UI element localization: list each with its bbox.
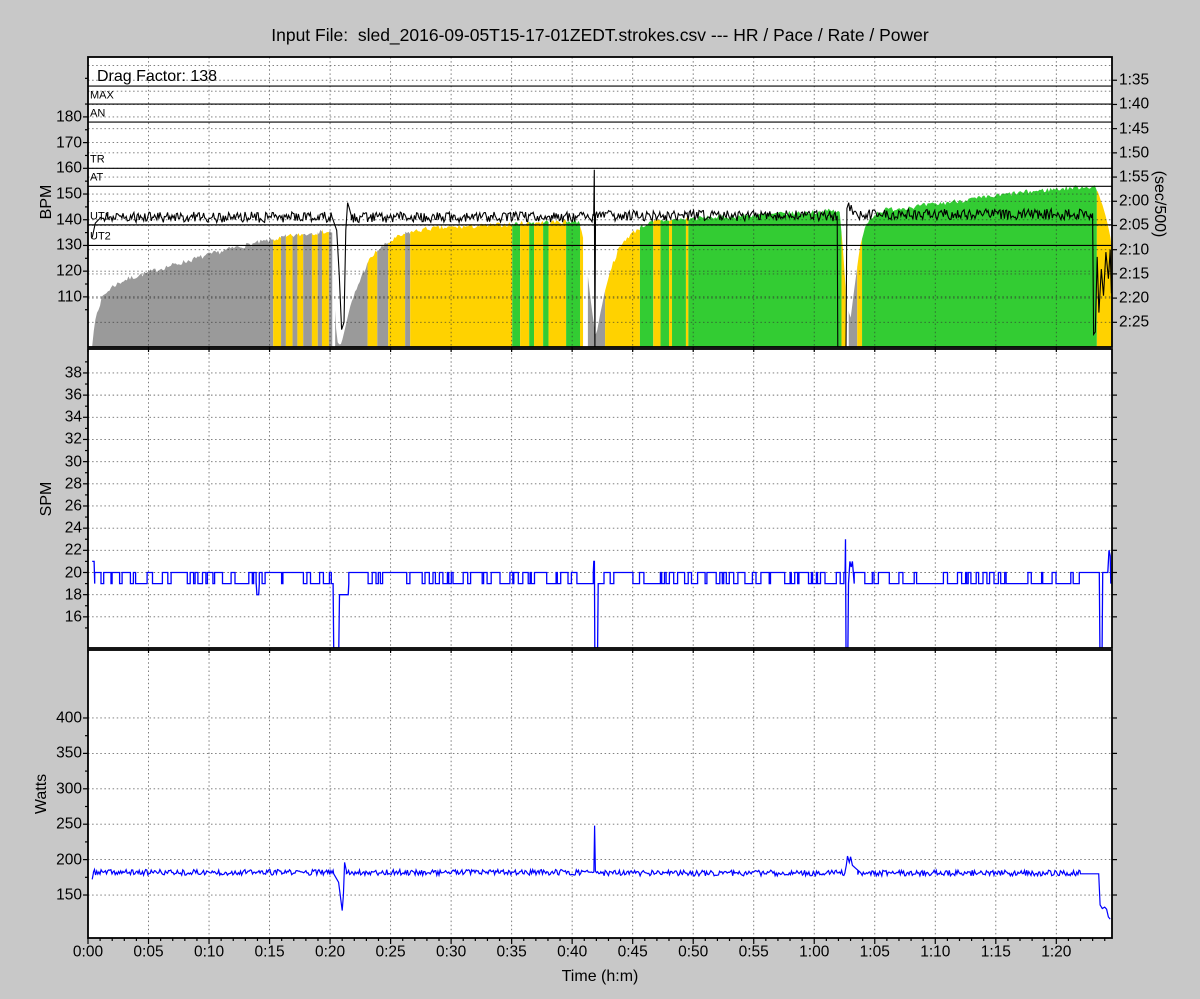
pace-y-tick-label: 1:35 (1119, 72, 1149, 88)
x-tick-label: 1:20 (1041, 944, 1071, 960)
watts-axis-label: Watts (34, 774, 50, 814)
spm-y-tick-label: 32 (65, 432, 82, 448)
hr-zone-label: MAX (90, 91, 114, 102)
pace-y-tick-label: 1:50 (1119, 145, 1149, 161)
pace-y-tick-label: 2:00 (1119, 194, 1149, 210)
pace-y-tick-label: 1:45 (1119, 121, 1149, 137)
figure: Input File: sled_2016-09-05T15-17-01ZEDT… (0, 0, 1200, 999)
hr-y-tick-label: 140 (56, 212, 82, 228)
spm-y-tick-label: 26 (65, 498, 82, 514)
chart-title: Input File: sled_2016-09-05T15-17-01ZEDT… (0, 27, 1200, 45)
hr-y-tick-label: 180 (56, 109, 82, 125)
x-tick-label: 0:05 (133, 944, 163, 960)
hr-y-tick-label: 130 (56, 238, 82, 254)
x-tick-label: 1:10 (920, 944, 950, 960)
x-tick-label: 0:55 (739, 944, 769, 960)
hr-zone-label: AN (90, 109, 105, 120)
x-tick-label: 0:50 (678, 944, 708, 960)
spm-y-tick-label: 18 (65, 587, 82, 603)
pace-y-tick-label: 1:40 (1119, 97, 1149, 113)
spm-y-tick-label: 20 (65, 565, 82, 581)
pace-y-tick-label: 2:25 (1119, 315, 1149, 331)
x-tick-label: 0:15 (254, 944, 284, 960)
x-tick-label: 1:00 (799, 944, 829, 960)
spm-y-tick-label: 28 (65, 476, 82, 492)
spm-axis-label: SPM (39, 482, 55, 517)
spm-y-tick-label: 38 (65, 365, 82, 381)
pace-axis-label: (sec/500) (1151, 171, 1167, 238)
x-tick-label: 0:20 (315, 944, 345, 960)
spm-y-tick-label: 16 (65, 609, 82, 625)
spm-y-tick-label: 34 (65, 410, 82, 426)
watts-y-tick-label: 200 (56, 852, 82, 868)
hr-y-tick-label: 160 (56, 161, 82, 177)
x-tick-label: 0:45 (618, 944, 648, 960)
x-tick-label: 0:30 (436, 944, 466, 960)
hr-zone-label: UT1 (90, 211, 111, 222)
watts-y-tick-label: 300 (56, 781, 82, 797)
hr-y-tick-label: 170 (56, 135, 82, 151)
hr-y-tick-label: 150 (56, 186, 82, 202)
x-tick-label: 1:05 (860, 944, 890, 960)
pace-y-tick-label: 2:10 (1119, 242, 1149, 258)
x-tick-label: 0:10 (194, 944, 224, 960)
hr-zone-label: UT2 (90, 232, 111, 243)
watts-y-tick-label: 350 (56, 746, 82, 762)
spm-y-tick-label: 30 (65, 454, 82, 470)
x-axis-label: Time (h:m) (0, 969, 1200, 985)
x-tick-label: 0:40 (557, 944, 587, 960)
watts-y-tick-label: 250 (56, 816, 82, 832)
pace-y-tick-label: 2:05 (1119, 218, 1149, 234)
watts-y-tick-label: 150 (56, 887, 82, 903)
x-tick-label: 1:15 (981, 944, 1011, 960)
hr-y-tick-label: 110 (57, 289, 82, 305)
hr-axis-label: BPM (39, 185, 55, 220)
pace-y-tick-label: 2:15 (1119, 266, 1149, 282)
spm-y-tick-label: 36 (65, 387, 82, 403)
x-tick-label: 0:25 (376, 944, 406, 960)
hr-y-tick-label: 120 (56, 263, 82, 279)
pace-y-tick-label: 1:55 (1119, 169, 1149, 185)
spm-y-tick-label: 24 (65, 520, 82, 536)
chart-canvas (0, 0, 1200, 999)
hr-zone-label: AT (90, 173, 103, 184)
pace-y-tick-label: 2:20 (1119, 290, 1149, 306)
hr-zone-label: TR (90, 155, 105, 166)
drag-factor-annotation: Drag Factor: 138 (97, 69, 217, 85)
x-tick-label: 0:00 (73, 944, 103, 960)
x-tick-label: 0:35 (497, 944, 527, 960)
spm-y-tick-label: 22 (65, 543, 82, 559)
watts-y-tick-label: 400 (56, 710, 82, 726)
